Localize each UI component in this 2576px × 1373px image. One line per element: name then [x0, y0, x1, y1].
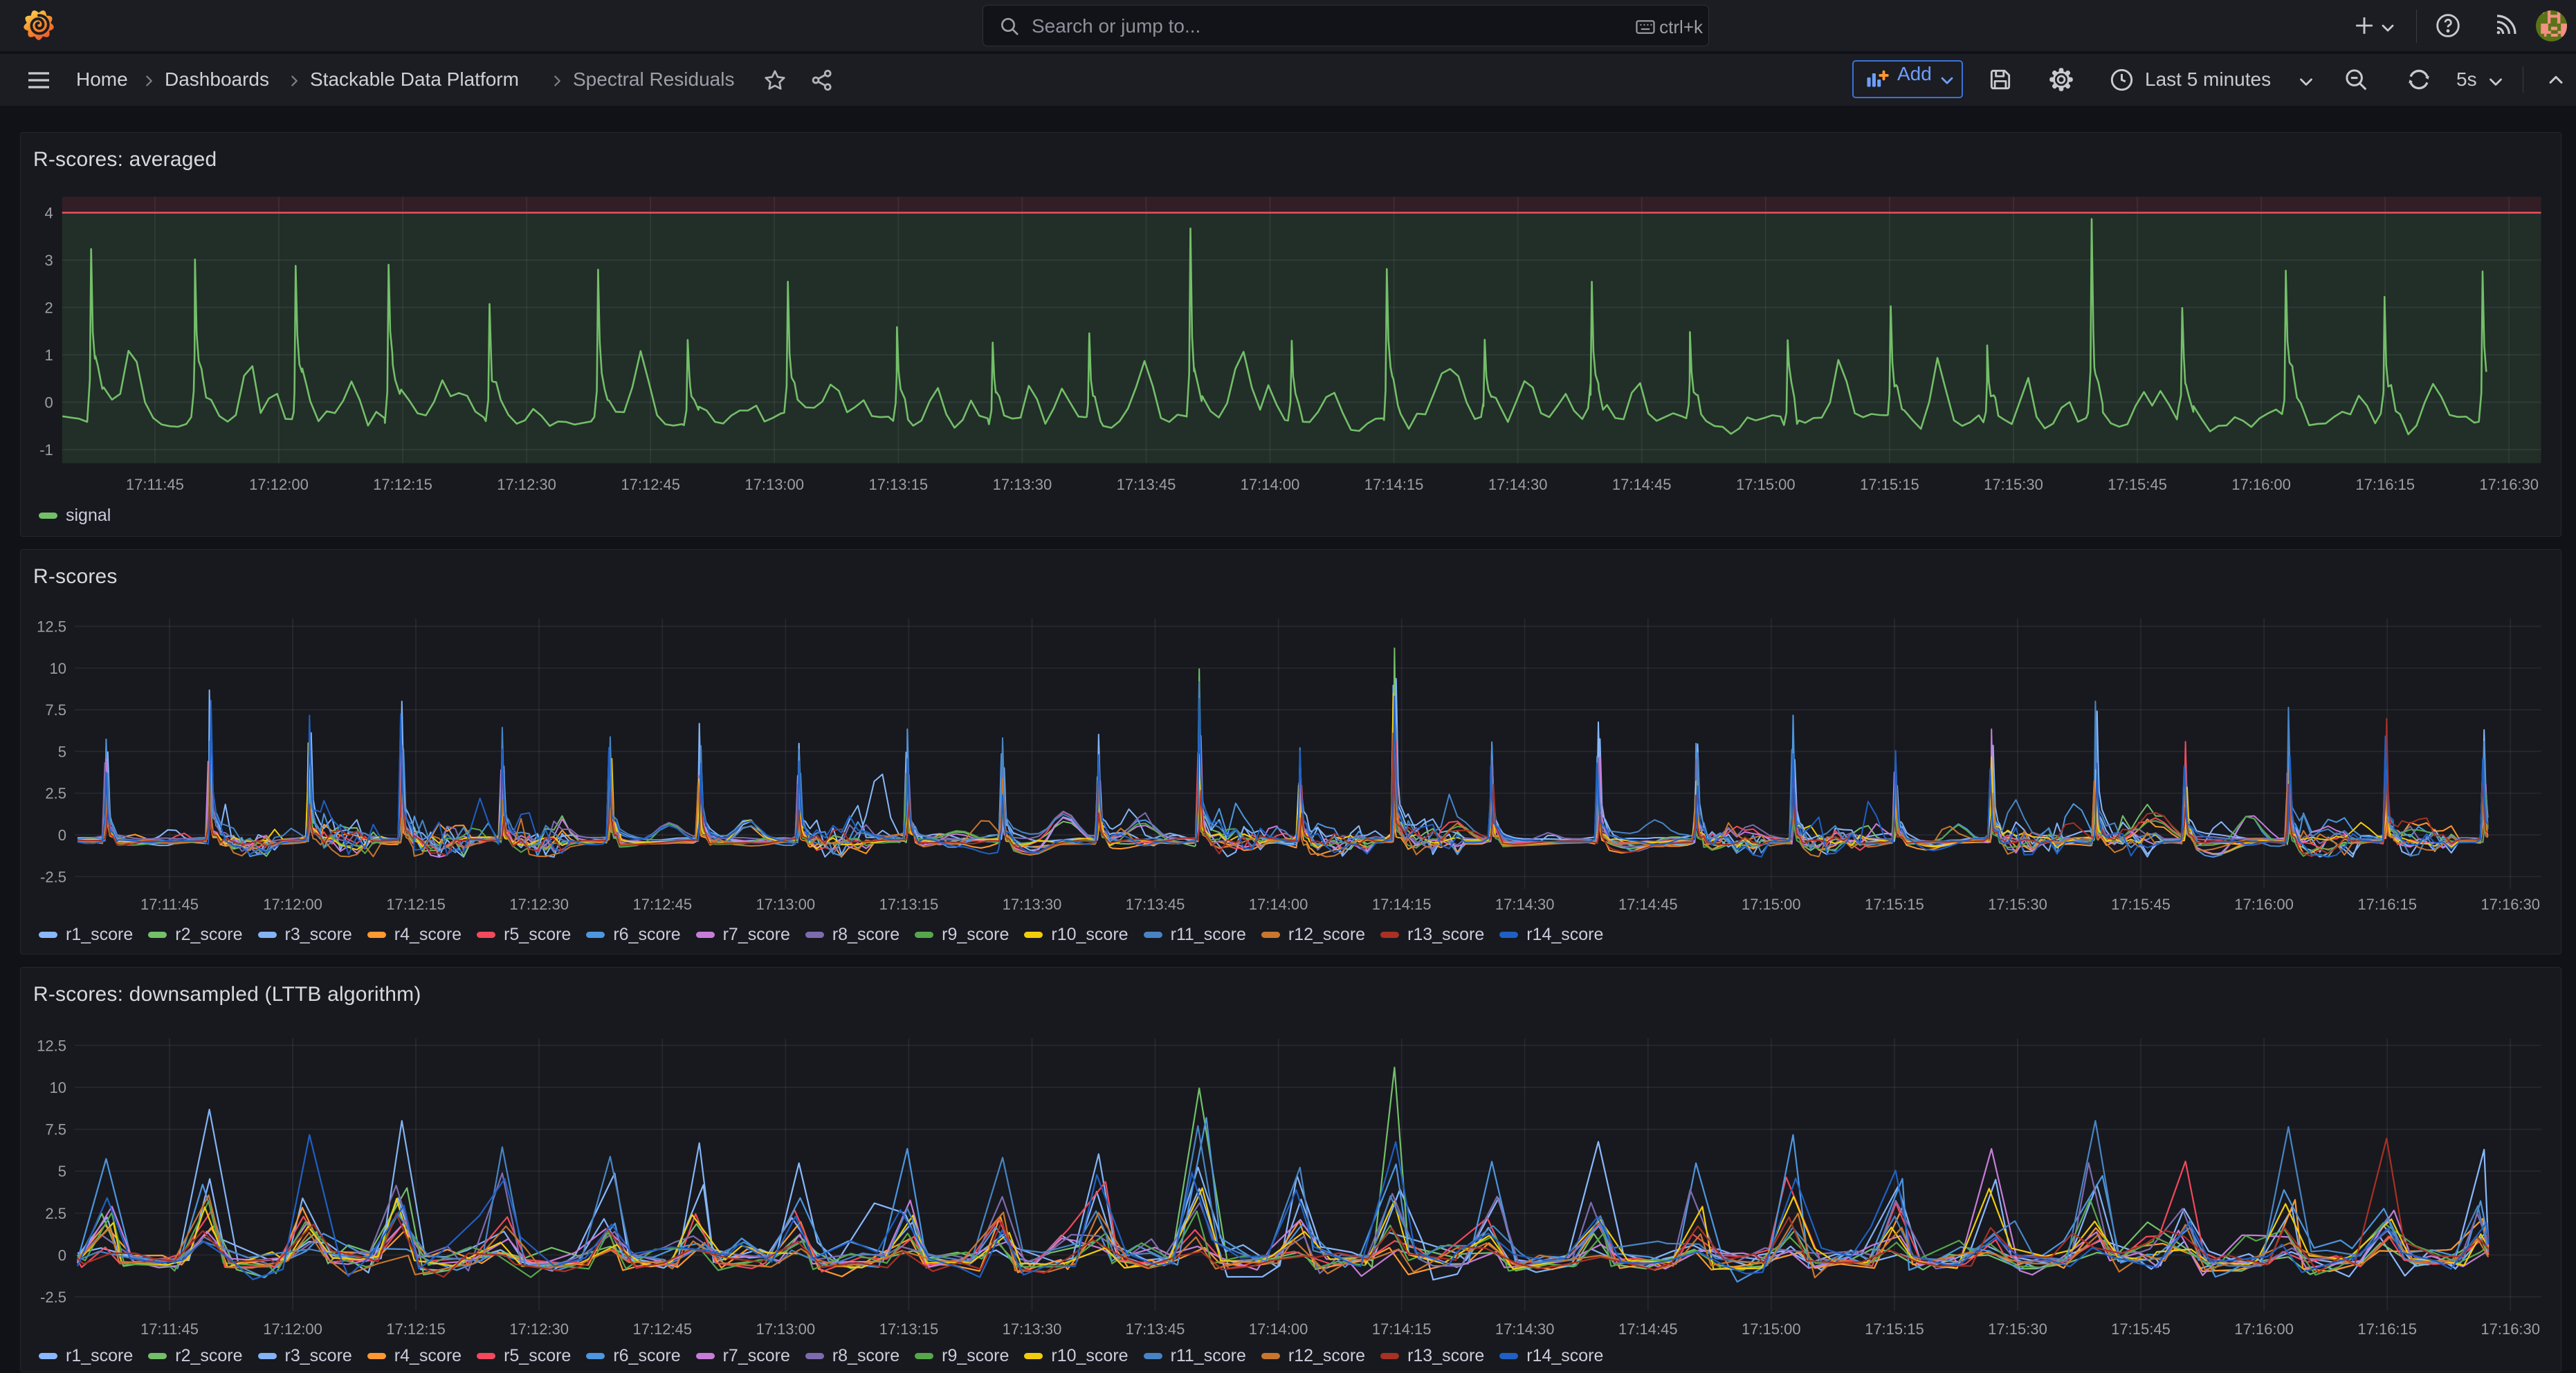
svg-text:17:13:15: 17:13:15 [879, 896, 939, 913]
svg-text:17:16:30: 17:16:30 [2481, 1320, 2540, 1338]
svg-text:17:14:15: 17:14:15 [1364, 476, 1424, 493]
svg-text:17:12:45: 17:12:45 [621, 476, 680, 493]
svg-text:17:15:15: 17:15:15 [1865, 896, 1924, 913]
svg-text:0: 0 [58, 827, 66, 844]
svg-text:5: 5 [58, 1163, 66, 1180]
svg-text:17:12:30: 17:12:30 [509, 896, 569, 913]
svg-text:17:15:30: 17:15:30 [1988, 1320, 2047, 1338]
svg-text:17:12:15: 17:12:15 [386, 896, 446, 913]
svg-text:17:12:45: 17:12:45 [632, 1320, 692, 1338]
svg-text:17:15:45: 17:15:45 [2111, 1320, 2171, 1338]
svg-text:17:13:15: 17:13:15 [868, 476, 928, 493]
svg-text:17:11:45: 17:11:45 [140, 896, 199, 913]
svg-text:17:13:45: 17:13:45 [1117, 476, 1176, 493]
svg-text:17:12:30: 17:12:30 [509, 1320, 569, 1338]
svg-text:7.5: 7.5 [45, 1121, 66, 1139]
svg-text:17:13:00: 17:13:00 [756, 1320, 815, 1338]
svg-text:2.5: 2.5 [45, 785, 66, 802]
svg-text:17:13:30: 17:13:30 [1003, 1320, 1062, 1338]
svg-text:17:13:15: 17:13:15 [879, 1320, 939, 1338]
svg-text:4: 4 [45, 205, 53, 222]
svg-text:17:15:00: 17:15:00 [1742, 1320, 1801, 1338]
svg-text:-1: -1 [39, 441, 53, 459]
svg-text:0: 0 [45, 394, 53, 412]
svg-text:17:14:45: 17:14:45 [1612, 476, 1672, 493]
svg-text:17:15:30: 17:15:30 [1988, 896, 2047, 913]
svg-text:2.5: 2.5 [45, 1205, 66, 1222]
svg-text:17:15:15: 17:15:15 [1865, 1320, 1924, 1338]
svg-text:17:15:30: 17:15:30 [1984, 476, 2043, 493]
svg-text:17:16:30: 17:16:30 [2481, 896, 2540, 913]
svg-text:17:16:15: 17:16:15 [2355, 476, 2415, 493]
svg-text:-2.5: -2.5 [40, 868, 66, 885]
svg-text:-2.5: -2.5 [40, 1289, 66, 1306]
svg-text:17:12:00: 17:12:00 [263, 1320, 322, 1338]
svg-text:17:14:15: 17:14:15 [1372, 1320, 1432, 1338]
svg-text:10: 10 [50, 1079, 66, 1096]
svg-text:17:14:30: 17:14:30 [1495, 1320, 1555, 1338]
svg-text:17:14:30: 17:14:30 [1488, 476, 1548, 493]
svg-text:17:13:45: 17:13:45 [1126, 1320, 1185, 1338]
svg-text:17:16:30: 17:16:30 [2479, 476, 2539, 493]
svg-text:5: 5 [58, 743, 66, 760]
svg-text:17:12:15: 17:12:15 [386, 1320, 446, 1338]
svg-text:17:13:45: 17:13:45 [1126, 896, 1185, 913]
svg-text:17:14:45: 17:14:45 [1618, 1320, 1678, 1338]
svg-text:7.5: 7.5 [45, 701, 66, 719]
svg-text:17:13:30: 17:13:30 [1003, 896, 1062, 913]
svg-text:17:12:30: 17:12:30 [497, 476, 556, 493]
svg-text:17:12:00: 17:12:00 [249, 476, 309, 493]
svg-text:17:16:15: 17:16:15 [2357, 1320, 2417, 1338]
svg-text:17:14:00: 17:14:00 [1249, 1320, 1308, 1338]
svg-text:17:14:45: 17:14:45 [1618, 896, 1678, 913]
svg-text:17:12:45: 17:12:45 [632, 896, 692, 913]
svg-text:17:11:45: 17:11:45 [126, 476, 184, 493]
svg-text:17:16:15: 17:16:15 [2357, 896, 2417, 913]
svg-text:17:13:00: 17:13:00 [756, 896, 815, 913]
svg-text:17:14:00: 17:14:00 [1249, 896, 1308, 913]
svg-text:17:14:15: 17:14:15 [1372, 896, 1432, 913]
svg-text:17:12:15: 17:12:15 [373, 476, 432, 493]
svg-text:17:15:00: 17:15:00 [1742, 896, 1801, 913]
svg-text:17:13:00: 17:13:00 [745, 476, 804, 493]
svg-text:2: 2 [45, 300, 53, 317]
svg-text:10: 10 [50, 660, 66, 677]
svg-text:17:15:45: 17:15:45 [2108, 476, 2167, 493]
svg-text:17:12:00: 17:12:00 [263, 896, 322, 913]
svg-text:17:13:30: 17:13:30 [993, 476, 1052, 493]
svg-text:17:15:15: 17:15:15 [1860, 476, 1919, 493]
svg-text:17:15:00: 17:15:00 [1736, 476, 1796, 493]
svg-text:12.5: 12.5 [37, 1037, 66, 1054]
svg-text:3: 3 [45, 252, 53, 269]
svg-text:17:14:00: 17:14:00 [1241, 476, 1300, 493]
svg-text:17:11:45: 17:11:45 [140, 1320, 199, 1338]
svg-text:17:14:30: 17:14:30 [1495, 896, 1555, 913]
svg-text:17:16:00: 17:16:00 [2231, 476, 2291, 493]
svg-text:17:16:00: 17:16:00 [2234, 896, 2294, 913]
svg-text:17:16:00: 17:16:00 [2234, 1320, 2294, 1338]
svg-text:0: 0 [58, 1246, 66, 1264]
svg-text:17:15:45: 17:15:45 [2111, 896, 2171, 913]
svg-text:12.5: 12.5 [37, 618, 66, 636]
svg-text:1: 1 [45, 347, 53, 364]
